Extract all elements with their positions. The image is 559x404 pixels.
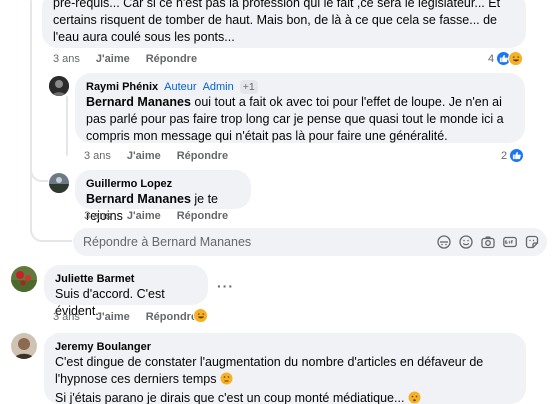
haha-icon <box>508 51 524 66</box>
comment-author-row: Jeremy Boulanger <box>55 340 515 354</box>
sticker-icon[interactable] <box>525 235 539 249</box>
comment-text: l'hypnose ces derniers temps <box>55 372 217 386</box>
comment-author[interactable]: Guillermo Lopez <box>86 177 172 191</box>
comment-actions: 3 ans J'aime Répondre <box>84 209 228 223</box>
reaction-count: 4 <box>488 52 495 65</box>
reply-button[interactable]: Répondre <box>146 53 197 65</box>
avatar[interactable] <box>49 76 69 96</box>
comment-text-line: l'hypnose ces derniers temps <box>55 371 515 390</box>
like-button[interactable]: J'aime <box>96 53 130 65</box>
comment-text: pré-requis... Car si ce n'est pas la pro… <box>53 0 501 44</box>
reaction-summary[interactable]: 2 <box>501 148 525 163</box>
thread-line <box>30 0 32 228</box>
comment-author[interactable]: Juliette Barmet <box>55 272 134 286</box>
reply-button[interactable]: Répondre <box>146 311 197 323</box>
thread-line <box>66 96 68 156</box>
mention[interactable]: Bernard Mananes <box>86 192 191 206</box>
comment-bubble: Juliette Barmet Suis d'accord. C'est évi… <box>44 265 208 318</box>
comment-text-line: Si j'étais parano je dirais que c'est un… <box>55 390 515 404</box>
like-button[interactable]: J'aime <box>96 311 130 323</box>
thread-connector <box>30 220 72 242</box>
reaction-summary[interactable]: 4 <box>488 51 524 66</box>
comment-timestamp[interactable]: 3 ans <box>84 150 111 162</box>
like-button[interactable]: J'aime <box>127 210 161 222</box>
comment-bubble: Raymi Phénix Auteur Admin +1 Bernard Man… <box>75 73 525 143</box>
comment-timestamp[interactable]: 3 ans <box>84 210 111 222</box>
reply-tools <box>437 235 539 249</box>
comment-bubble: Jeremy Boulanger C'est dingue de constat… <box>44 333 526 404</box>
avatar[interactable] <box>11 266 37 292</box>
comment-author-row: Juliette Barmet <box>55 272 197 286</box>
comment-actions: 3 ans J'aime Répondre <box>53 310 197 324</box>
avatar[interactable] <box>11 333 37 359</box>
comment-bubble: Guillermo Lopez Bernard Mananes je te re… <box>75 170 251 223</box>
camera-icon[interactable] <box>481 235 495 249</box>
reply-input[interactable] <box>83 235 437 249</box>
comment-actions: 3 ans J'aime Répondre <box>53 52 197 66</box>
comment-text: Si j'étais parano je dirais que c'est un… <box>55 391 405 404</box>
comment-actions: 3 ans J'aime Répondre <box>84 149 228 163</box>
comment-author[interactable]: Jeremy Boulanger <box>55 340 151 354</box>
comment-timestamp[interactable]: 3 ans <box>53 53 80 65</box>
haha-icon <box>193 308 208 323</box>
thread-connector <box>30 160 48 182</box>
gif-icon[interactable] <box>503 235 517 249</box>
more-badges[interactable]: +1 <box>239 80 258 94</box>
reply-box <box>73 228 547 256</box>
comment-author-row: Raymi Phénix Auteur Admin +1 <box>86 80 514 94</box>
emoji-icon[interactable] <box>459 235 473 249</box>
reaction-count: 2 <box>501 149 508 162</box>
thinking-emoji-icon <box>220 372 233 390</box>
comment-author[interactable]: Raymi Phénix <box>86 80 158 94</box>
like-button[interactable]: J'aime <box>127 150 161 162</box>
admin-badge: Admin <box>202 81 234 93</box>
avatar[interactable] <box>49 173 69 193</box>
worried-emoji-icon <box>408 391 421 404</box>
reaction-summary[interactable] <box>193 308 208 323</box>
reply-button[interactable]: Répondre <box>177 210 228 222</box>
like-icon <box>509 148 525 163</box>
author-badge: Auteur <box>164 81 197 93</box>
comment-text-line: C'est dingue de constater l'augmentation… <box>55 355 484 369</box>
comment-author-row: Guillermo Lopez <box>86 177 240 191</box>
reply-button[interactable]: Répondre <box>177 150 228 162</box>
mention[interactable]: Bernard Mananes <box>86 95 191 109</box>
more-options-icon[interactable]: ··· <box>217 278 234 294</box>
comment-bubble: pré-requis... Car si ce n'est pas la pro… <box>42 0 526 48</box>
avatar-sticker-icon[interactable] <box>437 235 451 249</box>
comment-body: Bernard Mananes oui tout a fait ok avec … <box>86 94 514 145</box>
comment-timestamp[interactable]: 3 ans <box>53 311 80 323</box>
